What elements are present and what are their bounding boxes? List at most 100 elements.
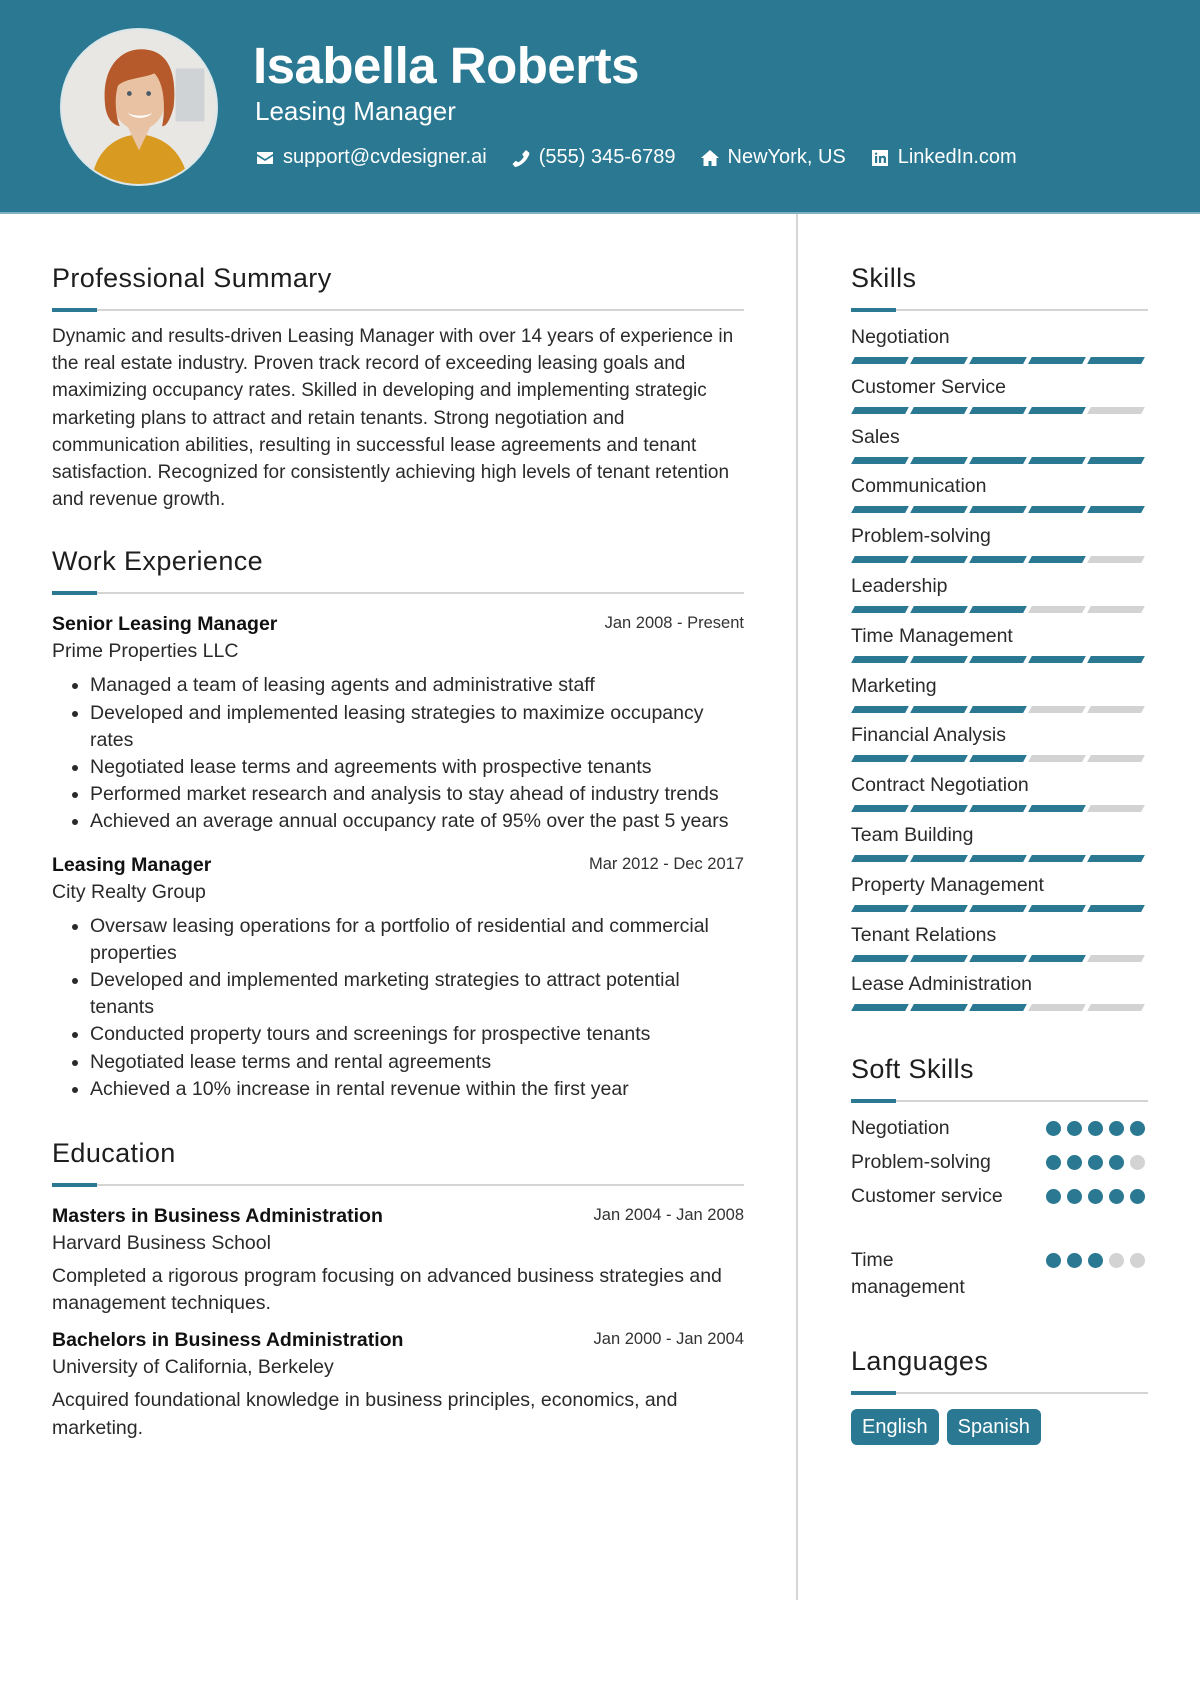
skill-segment-filled: [969, 556, 1027, 564]
skill-level-bar: [851, 1004, 1145, 1012]
skill-level-bar: [851, 357, 1145, 364]
envelope-icon: [255, 148, 275, 168]
skill-level-bar: [851, 705, 1145, 713]
languages-section: Languages English Spanish: [851, 1345, 1148, 1446]
rating-dot-empty: [1130, 1155, 1145, 1171]
skill-segment-empty: [1087, 605, 1145, 613]
skill-segment-filled: [910, 755, 968, 763]
section-accent: [52, 591, 97, 596]
rating-dot-filled: [1088, 1189, 1103, 1205]
skill-segment-filled: [969, 456, 1027, 464]
job-bullet: Developed and implemented leasing strate…: [90, 700, 744, 754]
job-bullet: Negotiated lease terms and rental agreem…: [90, 1049, 744, 1076]
degree-title: Masters in Business Administration: [52, 1205, 383, 1228]
skill-segment-filled: [969, 605, 1027, 613]
skill-segment-filled: [910, 1004, 968, 1012]
skill-segment-empty: [1087, 406, 1145, 414]
contact-location: NewYork, US: [700, 146, 846, 169]
skill-segment-filled: [1028, 805, 1086, 813]
skill-item: Marketing: [851, 673, 1148, 723]
soft-skill-name: Negotiation: [851, 1117, 950, 1140]
skill-segment-filled: [851, 805, 909, 813]
skill-segment-filled: [910, 655, 968, 663]
job-bullet: Developed and implemented marketing stra…: [90, 967, 744, 1021]
phone-icon: [511, 148, 531, 168]
contact-phone[interactable]: (555) 345-6789: [511, 146, 676, 169]
job-dates: Jan 2008 - Present: [604, 614, 744, 633]
school-name: Harvard Business School: [52, 1232, 271, 1255]
skill-segment-empty: [1028, 755, 1086, 763]
skill-segment-filled: [1028, 904, 1086, 912]
soft-skill-item: Problem-solving: [851, 1149, 1148, 1183]
skill-level-bar: [851, 456, 1145, 464]
rating-dot-filled: [1130, 1189, 1145, 1205]
contact-email[interactable]: support@cvdesigner.ai: [255, 146, 487, 169]
skill-segment-filled: [969, 854, 1027, 862]
skill-level-bar: [851, 655, 1145, 663]
skill-segment-filled: [1087, 904, 1145, 912]
skill-segment-filled: [910, 456, 968, 464]
skill-segment-filled: [1028, 954, 1086, 962]
skills-list: Negotiation Customer Service Sales Communic…: [851, 324, 1148, 1021]
education-dates: Jan 2000 - Jan 2004: [593, 1330, 744, 1349]
skill-name: Team Building: [851, 823, 974, 846]
skill-name: Property Management: [851, 873, 1044, 896]
job-company: Prime Properties LLC: [52, 640, 239, 663]
skill-segment-filled: [1028, 357, 1086, 364]
contact-linkedin[interactable]: LinkedIn.com: [870, 146, 1017, 169]
job-dates: Mar 2012 - Dec 2017: [588, 854, 744, 873]
contact-list: support@cvdesigner.ai (555) 345-6789 New…: [255, 146, 1017, 169]
section-title: Work Experience: [52, 546, 264, 577]
skill-name: Communication: [851, 475, 987, 498]
skill-segment-empty: [1087, 805, 1145, 813]
skill-segment-filled: [851, 755, 909, 763]
soft-skill-name: Time management: [851, 1249, 965, 1299]
skill-segment-filled: [851, 605, 909, 613]
skill-level-bar: [851, 556, 1145, 564]
skill-segment-filled: [1087, 854, 1145, 862]
education-description: Acquired foundational knowledge in busin…: [52, 1389, 678, 1439]
language-list: English Spanish: [851, 1409, 1148, 1446]
skill-segment-filled: [969, 1004, 1027, 1012]
rating-dot-filled: [1109, 1121, 1124, 1137]
skill-segment-filled: [851, 854, 909, 862]
skill-level-bar: [851, 805, 1145, 813]
skill-segment-filled: [1028, 506, 1086, 514]
rating-dot-filled: [1067, 1155, 1082, 1171]
soft-skill-rating: [1046, 1183, 1148, 1205]
section-title: Soft Skills: [851, 1054, 974, 1085]
job-title: Senior Leasing Manager: [52, 613, 278, 636]
skill-segment-filled: [910, 605, 968, 613]
skill-segment-filled: [969, 954, 1027, 962]
section-accent: [851, 1099, 896, 1104]
skill-item: Property Management: [851, 872, 1148, 922]
soft-skills-section: Soft Skills Negotiation Problem-solving Cu…: [851, 1053, 1148, 1307]
skill-level-bar: [851, 755, 1145, 763]
section-header: Soft Skills: [851, 1053, 1148, 1104]
contact-phone-text: (555) 345-6789: [538, 146, 676, 168]
work-experience-section: Work Experience Senior Leasing Manager J…: [52, 545, 744, 1103]
skill-segment-filled: [1087, 456, 1145, 464]
skill-name: Sales: [851, 425, 900, 448]
education-entry: Masters in Business Administration Jan 2…: [52, 1203, 744, 1317]
skill-segment-empty: [1087, 556, 1145, 564]
profile-photo-image: [62, 30, 216, 184]
skill-item: Financial Analysis: [851, 722, 1148, 772]
skill-item: Time Management: [851, 623, 1148, 673]
skill-segment-empty: [1028, 605, 1086, 613]
rating-dot-filled: [1046, 1253, 1061, 1269]
rating-dot-filled: [1109, 1155, 1124, 1171]
rating-dot-empty: [1130, 1253, 1145, 1269]
skill-item: Lease Administration: [851, 971, 1148, 1021]
section-accent: [52, 308, 97, 312]
job-bullet: Conducted property tours and screenings …: [90, 1021, 744, 1048]
column-divider: [796, 214, 798, 1600]
rating-dot-filled: [1046, 1121, 1061, 1137]
rating-dot-filled: [1046, 1189, 1061, 1205]
skill-segment-filled: [851, 556, 909, 564]
section-header: Languages: [851, 1345, 1148, 1396]
skill-segment-filled: [851, 456, 909, 464]
skill-segment-filled: [1087, 357, 1145, 364]
skill-level-bar: [851, 506, 1145, 514]
skill-name: Leadership: [851, 574, 948, 597]
